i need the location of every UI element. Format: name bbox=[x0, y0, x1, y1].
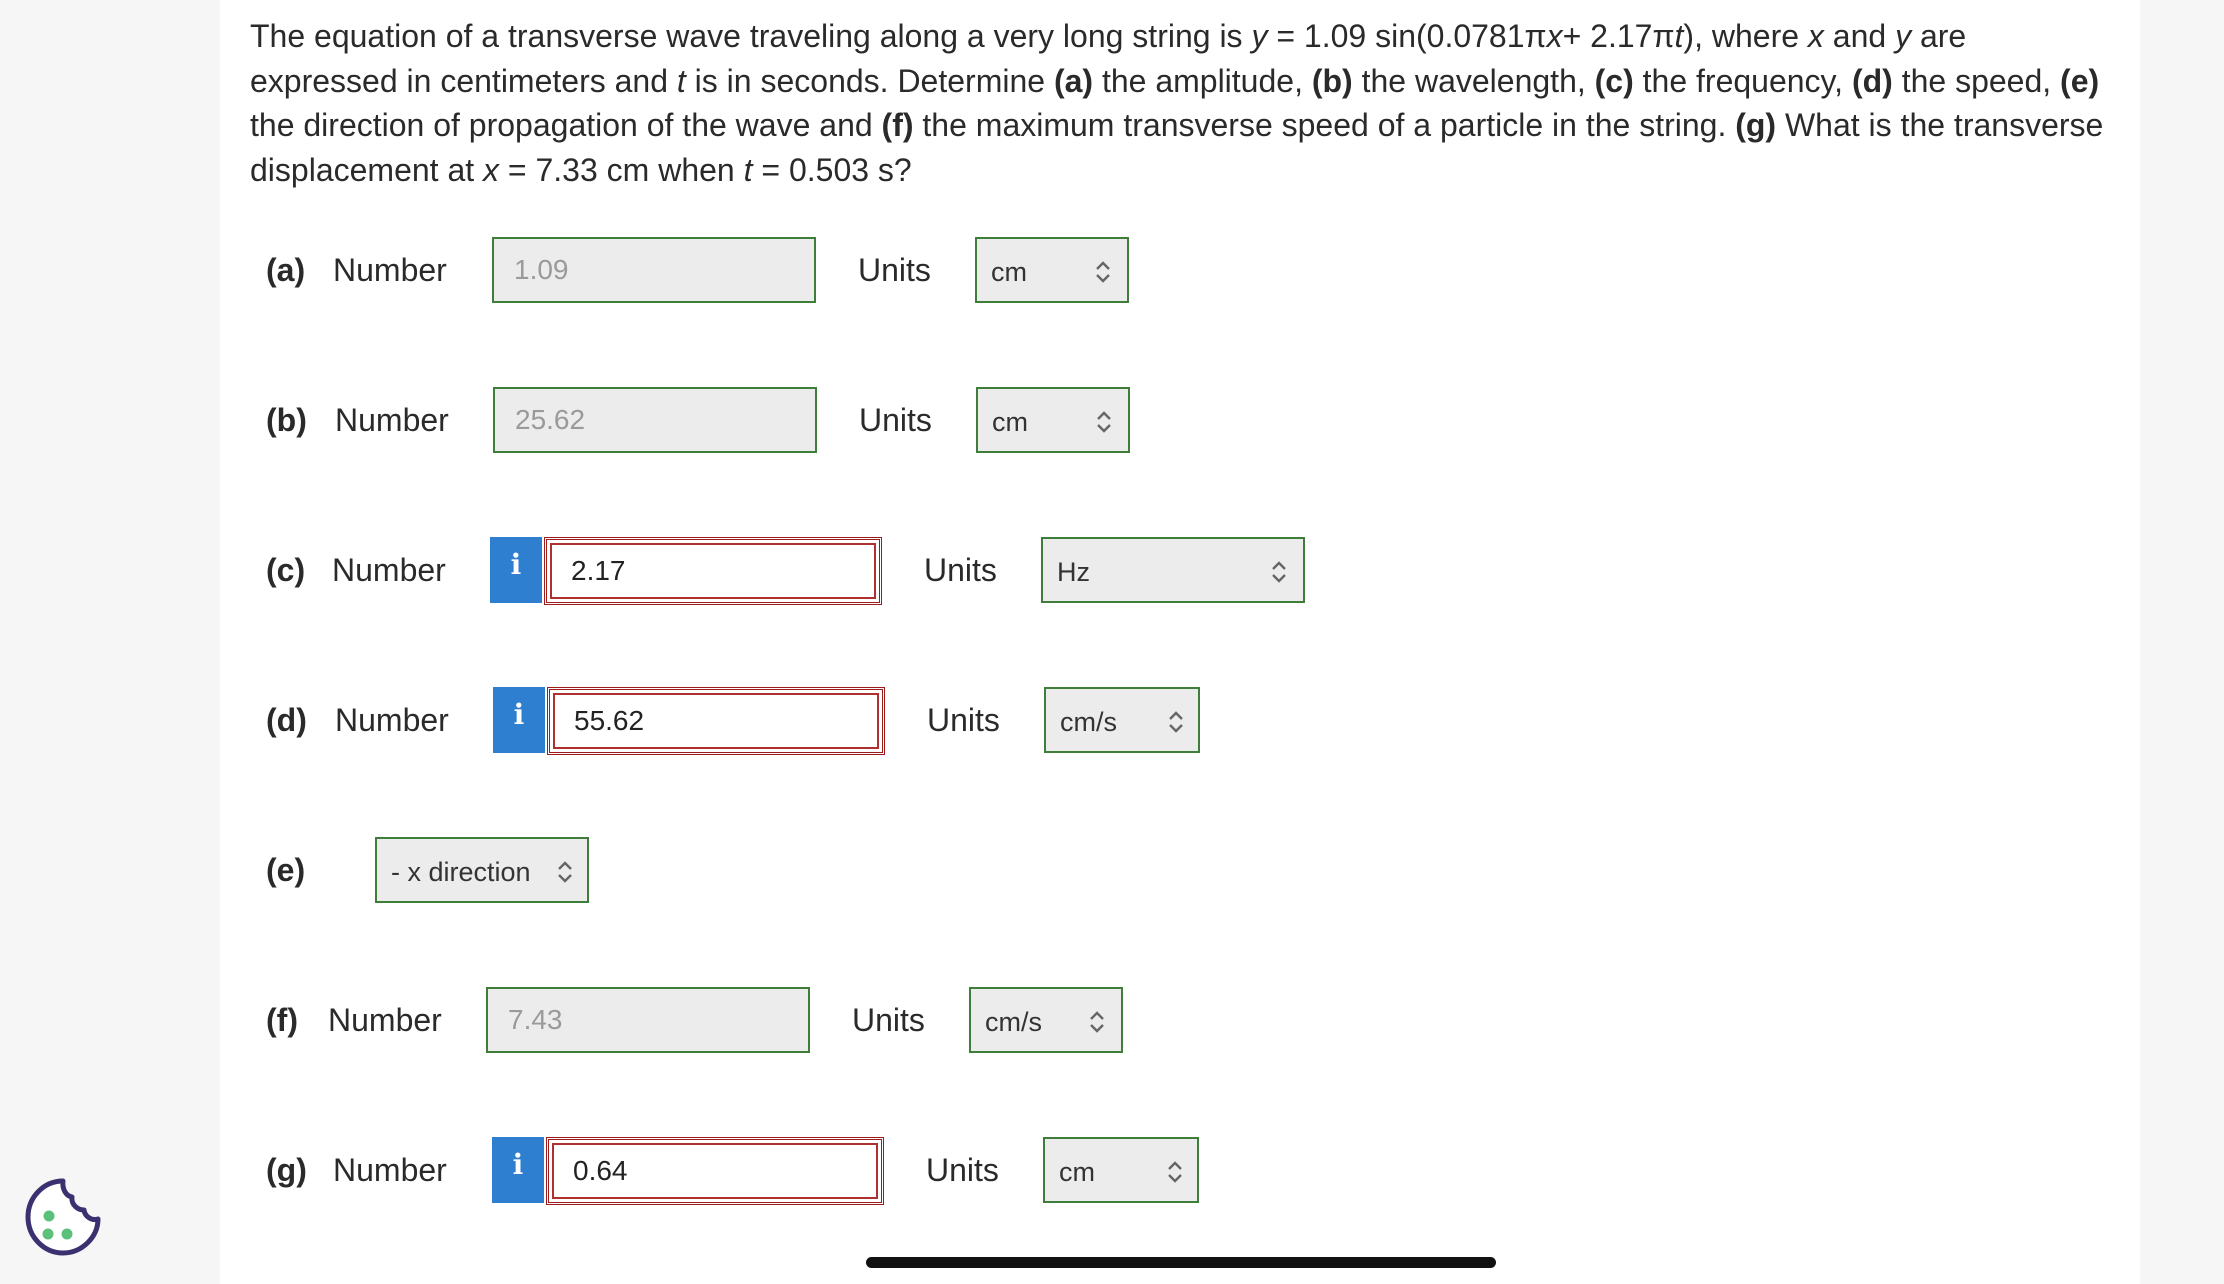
chevron-updown-icon bbox=[1097, 411, 1111, 433]
chevron-updown-icon bbox=[1090, 1011, 1104, 1033]
chevron-updown-icon bbox=[1169, 711, 1183, 733]
question-panel: The equation of a transverse wave travel… bbox=[220, 0, 2140, 1284]
part-d-unit-value: cm/s bbox=[1060, 707, 1117, 737]
part-d-number-label: Number bbox=[335, 702, 449, 738]
part-d-units-label: Units bbox=[927, 702, 1000, 738]
horizontal-scrollbar[interactable] bbox=[866, 1257, 1496, 1268]
part-g-units-select[interactable]: cm bbox=[1043, 1137, 1199, 1203]
part-b-row: (b) Number 25.62 Units cm bbox=[220, 387, 2120, 453]
part-b-units-label: Units bbox=[859, 402, 932, 438]
part-a-row: (a) Number 1.09 Units cm bbox=[220, 237, 2120, 303]
part-c-key: (c) bbox=[266, 552, 306, 588]
part-g-unit-value: cm bbox=[1059, 1157, 1095, 1187]
part-f-unit-value: cm/s bbox=[985, 1007, 1042, 1037]
info-icon[interactable]: i bbox=[492, 1137, 544, 1203]
part-b-key: (b) bbox=[266, 402, 307, 438]
part-d-units-select[interactable]: cm/s bbox=[1044, 687, 1200, 753]
part-a-answer-input[interactable]: 1.09 bbox=[492, 237, 816, 303]
part-g-row: (g) Number i 0.64 Units cm bbox=[220, 1137, 2120, 1205]
part-a-number-label: Number bbox=[333, 252, 447, 288]
part-a-units-label: Units bbox=[858, 252, 931, 288]
chevron-updown-icon bbox=[1272, 561, 1286, 583]
part-g-key: (g) bbox=[266, 1152, 307, 1188]
part-e-direction-select[interactable]: - x direction bbox=[375, 837, 589, 903]
part-f-units-label: Units bbox=[852, 1002, 925, 1038]
part-f-units-select[interactable]: cm/s bbox=[969, 987, 1123, 1053]
part-b-number-label: Number bbox=[335, 402, 449, 438]
part-e-direction-value: - x direction bbox=[391, 857, 531, 887]
part-c-unit-value: Hz bbox=[1057, 557, 1090, 587]
part-e-key: (e) bbox=[266, 852, 306, 888]
part-b-answer-input[interactable]: 25.62 bbox=[493, 387, 817, 453]
part-f-row: (f) Number 7.43 Units cm/s bbox=[220, 987, 2120, 1053]
part-c-units-select[interactable]: Hz bbox=[1041, 537, 1305, 603]
part-g-number-label: Number bbox=[333, 1152, 447, 1188]
chevron-updown-icon bbox=[1168, 1161, 1182, 1183]
part-d-key: (d) bbox=[266, 702, 307, 738]
part-g-answer-input[interactable]: 0.64 bbox=[546, 1137, 884, 1205]
part-a-unit-value: cm bbox=[991, 257, 1027, 287]
part-c-number-label: Number bbox=[332, 552, 446, 588]
cookie-icon[interactable] bbox=[22, 1176, 104, 1258]
question-text: The equation of a transverse wave travel… bbox=[250, 18, 2104, 188]
part-f-number-label: Number bbox=[328, 1002, 442, 1038]
part-f-answer-input[interactable]: 7.43 bbox=[486, 987, 810, 1053]
part-c-answer-input[interactable]: 2.17 bbox=[544, 537, 882, 605]
part-d-answer-input[interactable]: 55.62 bbox=[547, 687, 885, 755]
part-b-unit-value: cm bbox=[992, 407, 1028, 437]
part-a-units-select[interactable]: cm bbox=[975, 237, 1129, 303]
chevron-updown-icon bbox=[1096, 261, 1110, 283]
part-a-key: (a) bbox=[266, 252, 306, 288]
part-e-row: (e) - x direction bbox=[220, 837, 2120, 903]
chevron-updown-icon bbox=[558, 861, 572, 883]
part-c-units-label: Units bbox=[924, 552, 997, 588]
info-icon[interactable]: i bbox=[493, 687, 545, 753]
part-g-units-label: Units bbox=[926, 1152, 999, 1188]
part-f-key: (f) bbox=[266, 1002, 298, 1038]
part-c-row: (c) Number i 2.17 Units Hz bbox=[220, 537, 2120, 605]
info-icon[interactable]: i bbox=[490, 537, 542, 603]
part-b-units-select[interactable]: cm bbox=[976, 387, 1130, 453]
part-d-row: (d) Number i 55.62 Units cm/s bbox=[220, 687, 2120, 755]
